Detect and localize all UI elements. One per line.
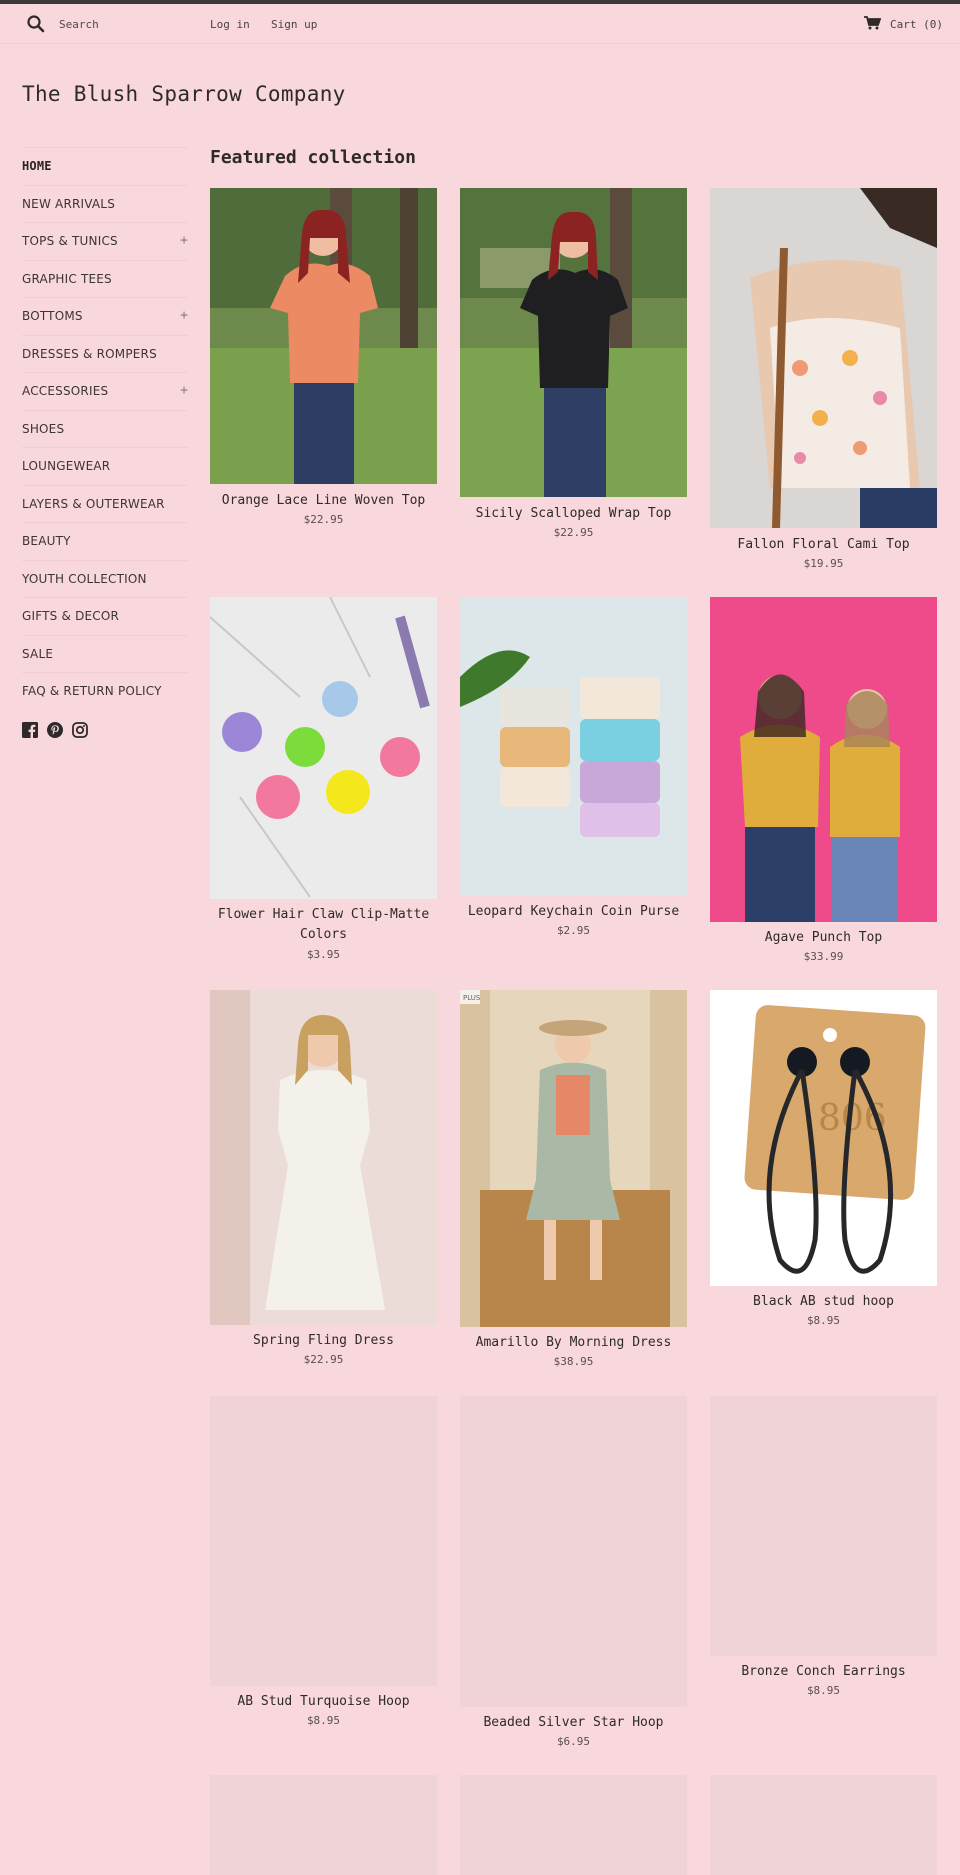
sidebar-item-new-arrivals[interactable]: NEW ARRIVALS xyxy=(22,184,188,223)
sidebar-item-label: NEW ARRIVALS xyxy=(22,196,116,211)
product-image[interactable] xyxy=(460,188,687,497)
product-image[interactable] xyxy=(210,597,437,899)
sidebar-item-label: FAQ & RETURN POLICY xyxy=(22,684,162,699)
sidebar-item-loungewear[interactable]: LOUNGEWEAR xyxy=(22,447,188,485)
sidebar-item-label: YOUTH COLLECTION xyxy=(22,571,147,586)
sidebar-item-dresses-and-rompers[interactable]: DRESSES & ROMPERS xyxy=(22,334,188,373)
sidebar-item-sale[interactable]: SALE xyxy=(22,634,188,673)
store-title[interactable]: The Blush Sparrow Company xyxy=(22,80,346,108)
cart-link[interactable]: Cart (0) xyxy=(890,19,943,31)
product-image[interactable] xyxy=(210,1396,437,1686)
product-image[interactable] xyxy=(710,597,937,922)
sidebar-item-label: BOTTOMS xyxy=(22,309,83,324)
sidebar-item-label: SALE xyxy=(22,646,54,661)
sidebar-item-label: SHOES xyxy=(22,421,65,436)
product-image[interactable] xyxy=(710,1775,937,1875)
sidebar-item-home[interactable]: HOME xyxy=(22,147,188,185)
search-icon[interactable] xyxy=(26,14,46,34)
product-price: $22.95 xyxy=(303,513,344,526)
sidebar-item-graphic-tees[interactable]: GRAPHIC TEES xyxy=(22,259,188,298)
product-title[interactable]: Amarillo By Morning Dress xyxy=(460,1333,687,1353)
signup-link[interactable]: Sign up xyxy=(271,19,317,31)
sidebar-item-bottoms[interactable]: BOTTOMS + xyxy=(22,297,188,335)
product-title[interactable]: AB Stud Turquoise Hoop xyxy=(210,1692,437,1712)
product-image[interactable] xyxy=(710,1396,937,1656)
product-price: $8.95 xyxy=(306,1714,341,1727)
product-price: $22.95 xyxy=(553,526,594,539)
product-image[interactable] xyxy=(710,188,937,528)
sidebar-item-label: BEAUTY xyxy=(22,534,71,549)
product-image[interactable] xyxy=(210,1775,437,1875)
facebook-icon[interactable] xyxy=(22,722,38,738)
product-title[interactable]: Orange Lace Line Woven Top xyxy=(210,491,437,511)
product-title[interactable]: Agave Punch Top xyxy=(710,928,937,948)
sidebar-item-gifts-and-decor[interactable]: GIFTS & DECOR xyxy=(22,597,188,635)
sidebar-item-label: GIFTS & DECOR xyxy=(22,609,120,624)
product-title[interactable]: Flower Hair Claw Clip-Matte Colors xyxy=(210,905,437,945)
product-price: $2.95 xyxy=(556,924,591,937)
social-links xyxy=(22,722,88,738)
sidebar-item-layers-and-outerwear[interactable]: LAYERS & OUTERWEAR xyxy=(22,484,188,523)
product-price: $38.95 xyxy=(553,1355,594,1368)
sidebar-item-label: GRAPHIC TEES xyxy=(22,271,112,286)
sidebar-item-label: HOME xyxy=(22,159,52,174)
product-title[interactable]: Sicily Scalloped Wrap Top xyxy=(460,504,687,524)
sidebar-item-label: ACCESSORIES xyxy=(22,384,109,399)
sidebar-nav: HOME NEW ARRIVALS TOPS & TUNICS + GRAPHIC TE… xyxy=(22,147,188,710)
sidebar-item-label: LAYERS & OUTERWEAR xyxy=(22,496,165,511)
sidebar-item-label: DRESSES & ROMPERS xyxy=(22,346,157,361)
sidebar-item-tops-and-tunics[interactable]: TOPS & TUNICS + xyxy=(22,222,188,260)
product-price: $19.95 xyxy=(803,557,844,570)
product-title[interactable]: Black AB stud hoop xyxy=(710,1292,937,1312)
plus-badge: PLUS xyxy=(463,994,481,1002)
cart-icon[interactable] xyxy=(864,16,881,30)
product-title[interactable]: Leopard Keychain Coin Purse xyxy=(460,902,687,922)
pinterest-icon[interactable] xyxy=(47,722,63,738)
instagram-icon[interactable] xyxy=(72,722,88,738)
product-image[interactable] xyxy=(460,1775,687,1875)
product-price: $33.99 xyxy=(803,950,844,963)
product-title[interactable]: Spring Fling Dress xyxy=(210,1331,437,1351)
sidebar-item-faq-and-return-policy[interactable]: FAQ & RETURN POLICY xyxy=(22,672,188,710)
product-image[interactable] xyxy=(210,188,437,484)
product-price: $6.95 xyxy=(556,1735,591,1748)
expand-plus-icon[interactable]: + xyxy=(180,383,188,399)
product-title[interactable]: Beaded Silver Star Hoop xyxy=(460,1713,687,1733)
product-price: $22.95 xyxy=(303,1353,344,1366)
product-image[interactable] xyxy=(460,597,687,896)
expand-plus-icon[interactable]: + xyxy=(180,308,188,324)
sidebar-item-accessories[interactable]: ACCESSORIES + xyxy=(22,372,188,410)
product-title[interactable]: Bronze Conch Earrings xyxy=(710,1662,937,1682)
product-image[interactable]: 806 xyxy=(710,990,937,1286)
expand-plus-icon[interactable]: + xyxy=(180,233,188,249)
search-input[interactable] xyxy=(59,12,199,36)
sidebar-item-youth-collection[interactable]: YOUTH COLLECTION xyxy=(22,559,188,598)
product-title[interactable]: Fallon Floral Cami Top xyxy=(710,535,937,555)
product-image[interactable] xyxy=(210,990,437,1325)
product-image[interactable] xyxy=(460,1396,687,1707)
product-price: $3.95 xyxy=(306,948,341,961)
product-price: $8.95 xyxy=(806,1314,841,1327)
section-title: Featured collection xyxy=(210,147,416,168)
sidebar-item-label: TOPS & TUNICS xyxy=(22,234,118,249)
site-header: Log in Sign up Cart (0) xyxy=(0,4,960,44)
sidebar-item-shoes[interactable]: SHOES xyxy=(22,409,188,448)
product-image[interactable]: PLUS xyxy=(460,990,687,1327)
product-price: $8.95 xyxy=(806,1684,841,1697)
login-link[interactable]: Log in xyxy=(210,19,250,31)
sidebar-item-label: LOUNGEWEAR xyxy=(22,459,111,474)
sidebar-item-beauty[interactable]: BEAUTY xyxy=(22,522,188,560)
